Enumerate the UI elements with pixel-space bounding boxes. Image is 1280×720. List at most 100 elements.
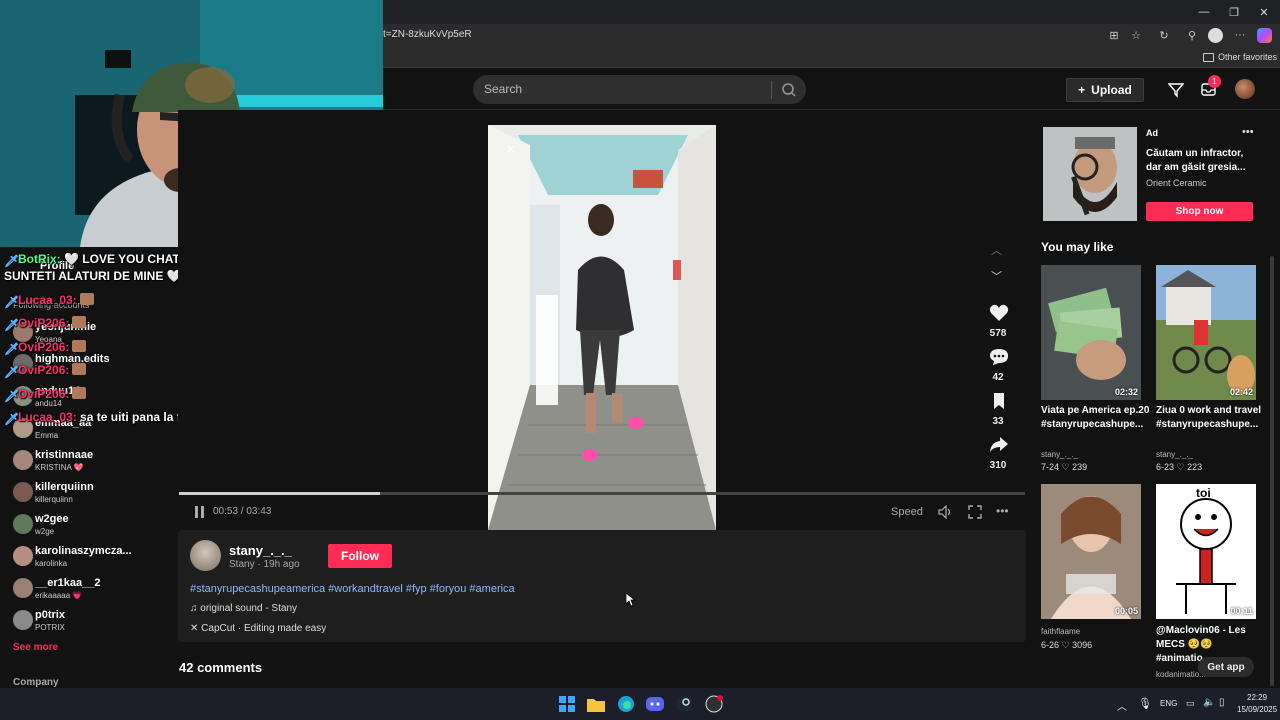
ad-title[interactable]: Căutam un infractor, dar am găsit gresia…: [1146, 147, 1256, 175]
ad-more-icon[interactable]: •••: [1242, 126, 1254, 138]
save-button[interactable]: 33: [986, 392, 1010, 432]
ad-brand[interactable]: Orient Ceramic: [1146, 178, 1207, 188]
heart-icon: [989, 304, 1009, 321]
next-video-icon[interactable]: ﹀: [991, 268, 1002, 284]
edge-browser-icon[interactable]: [615, 693, 637, 715]
file-explorer-icon[interactable]: [585, 693, 607, 715]
avatar: [13, 514, 33, 534]
avatar: [13, 546, 33, 566]
recommendation-duration: 02:42: [1229, 387, 1253, 397]
company-heading[interactable]: Company: [13, 677, 59, 688]
recommendation-thumbnail[interactable]: toi 00:11: [1156, 484, 1256, 619]
recommendation-image: [1041, 265, 1141, 400]
sword-icon: 🗡: [4, 365, 20, 379]
recommendation-title[interactable]: Viata pe America ep.20 #stanyrupecashupe…: [1041, 404, 1153, 432]
copilot-icon[interactable]: [1257, 28, 1272, 43]
steam-icon[interactable]: [673, 693, 695, 715]
upload-button[interactable]: + Upload: [1066, 78, 1144, 102]
url-text[interactable]: t=ZN-8zkuKvVp5eR: [383, 29, 472, 40]
sword-icon: 🗡: [4, 342, 20, 356]
chat-message: 🗡OviP206:: [4, 363, 87, 379]
emote-icon: [72, 387, 87, 399]
recommendations-heading: You may like: [1041, 240, 1114, 254]
follow-button[interactable]: Follow: [328, 544, 392, 568]
scrollbar[interactable]: [1270, 256, 1274, 686]
input-language[interactable]: ENG: [1160, 699, 1177, 708]
other-favorites[interactable]: Other favorites: [1218, 52, 1277, 62]
battery-icon[interactable]: ▯: [1219, 697, 1225, 708]
more-options-icon[interactable]: •••: [996, 504, 1009, 518]
recommendation-author[interactable]: faithflaame: [1041, 627, 1080, 636]
share-button[interactable]: 310: [986, 436, 1010, 476]
microphone-icon[interactable]: 🎙: [1138, 697, 1152, 710]
comment-button[interactable]: 42: [986, 348, 1010, 388]
user-avatar[interactable]: [1235, 79, 1255, 99]
pause-icon[interactable]: [195, 506, 205, 518]
profile-avatar[interactable]: [1208, 28, 1223, 43]
speaker-icon[interactable]: 🔈: [1203, 697, 1215, 708]
send-icon[interactable]: [1168, 82, 1184, 98]
recommendation-author[interactable]: stany_._._: [1041, 450, 1078, 459]
see-more-link[interactable]: See more: [13, 642, 58, 653]
close-button[interactable]: ✕: [1249, 0, 1279, 24]
recommendation-title[interactable]: Ziua 0 work and travel #stanyrupecashupe…: [1156, 404, 1268, 432]
recommendation-stats: 6-26 ♡ 3096: [1041, 640, 1093, 650]
recommendation-thumbnail[interactable]: 02:32: [1041, 265, 1141, 400]
recommendation-thumbnail[interactable]: 02:42: [1156, 265, 1256, 400]
capcut-link[interactable]: ✕ CapCut · Editing made easy: [190, 623, 326, 634]
search-input[interactable]: [473, 75, 806, 104]
recommendation-author[interactable]: stany_._._: [1156, 450, 1193, 459]
recommendation-thumbnail[interactable]: 00:05: [1041, 484, 1141, 619]
chat-message: 🗡Lucaa_03: sa te uiti pana la final: [4, 410, 202, 426]
network-icon[interactable]: ▭: [1186, 698, 1195, 709]
chat-message: 🗡OviP206:: [4, 316, 87, 332]
volume-icon[interactable]: [938, 505, 952, 519]
split-screen-icon[interactable]: ⊞: [1107, 28, 1121, 42]
sword-icon: 🗡: [4, 254, 20, 268]
like-button[interactable]: 578: [986, 304, 1010, 344]
refresh-icon[interactable]: ↻: [1157, 28, 1171, 42]
save-count: 33: [992, 416, 1004, 427]
extensions-icon[interactable]: ⚲: [1185, 28, 1199, 42]
author-name[interactable]: stany_._._: [229, 543, 292, 558]
fullscreen-icon[interactable]: [968, 505, 982, 519]
video-player[interactable]: ✕: [488, 125, 716, 530]
get-app-button[interactable]: Get app: [1198, 657, 1254, 677]
comments-heading: 42 comments: [179, 660, 263, 675]
video-frame: ✕: [488, 125, 716, 530]
sword-icon: 🗡: [4, 389, 20, 403]
minimize-button[interactable]: —: [1189, 0, 1219, 24]
inbox-badge: 1: [1208, 75, 1221, 88]
previous-video-icon[interactable]: ︿: [991, 242, 1002, 258]
more-menu-icon[interactable]: ···: [1233, 28, 1247, 42]
search-divider: [771, 81, 772, 99]
speed-button[interactable]: Speed: [891, 506, 923, 518]
post-hashtags[interactable]: #stanyrupecashupeamerica #workandtravel …: [190, 583, 515, 595]
emote-icon: [72, 340, 87, 352]
taskbar: [0, 688, 1280, 720]
emote-icon: [79, 293, 94, 305]
windows-start-icon[interactable]: [556, 693, 578, 715]
clock-time[interactable]: 22:29: [1247, 693, 1267, 702]
clock-date[interactable]: 15/09/2025: [1237, 705, 1277, 714]
obs-studio-icon[interactable]: [703, 693, 725, 715]
chat-message: 🗡OviP206:: [4, 340, 87, 356]
share-count: 310: [989, 460, 1007, 471]
shop-now-button[interactable]: Shop now: [1146, 202, 1253, 221]
chat-message: 🗡OviP206:: [4, 387, 87, 403]
mouse-cursor-icon: [626, 593, 636, 607]
bookmark-icon: [994, 393, 1004, 409]
tray-overflow-icon[interactable]: ︿: [1117, 698, 1127, 713]
avatar: [13, 450, 33, 470]
ad-thumbnail[interactable]: [1043, 127, 1137, 221]
post-sound[interactable]: ♫ original sound - Stany: [190, 603, 297, 614]
search-icon[interactable]: [781, 82, 797, 98]
svg-text:✕: ✕: [506, 142, 516, 156]
author-avatar[interactable]: [190, 540, 221, 571]
share-icon: [990, 437, 1008, 452]
avatar: [13, 482, 33, 502]
restore-button[interactable]: ❐: [1219, 0, 1249, 24]
discord-icon[interactable]: [644, 693, 666, 715]
favorite-star-icon[interactable]: ☆: [1129, 28, 1143, 42]
comment-icon: [990, 349, 1008, 365]
